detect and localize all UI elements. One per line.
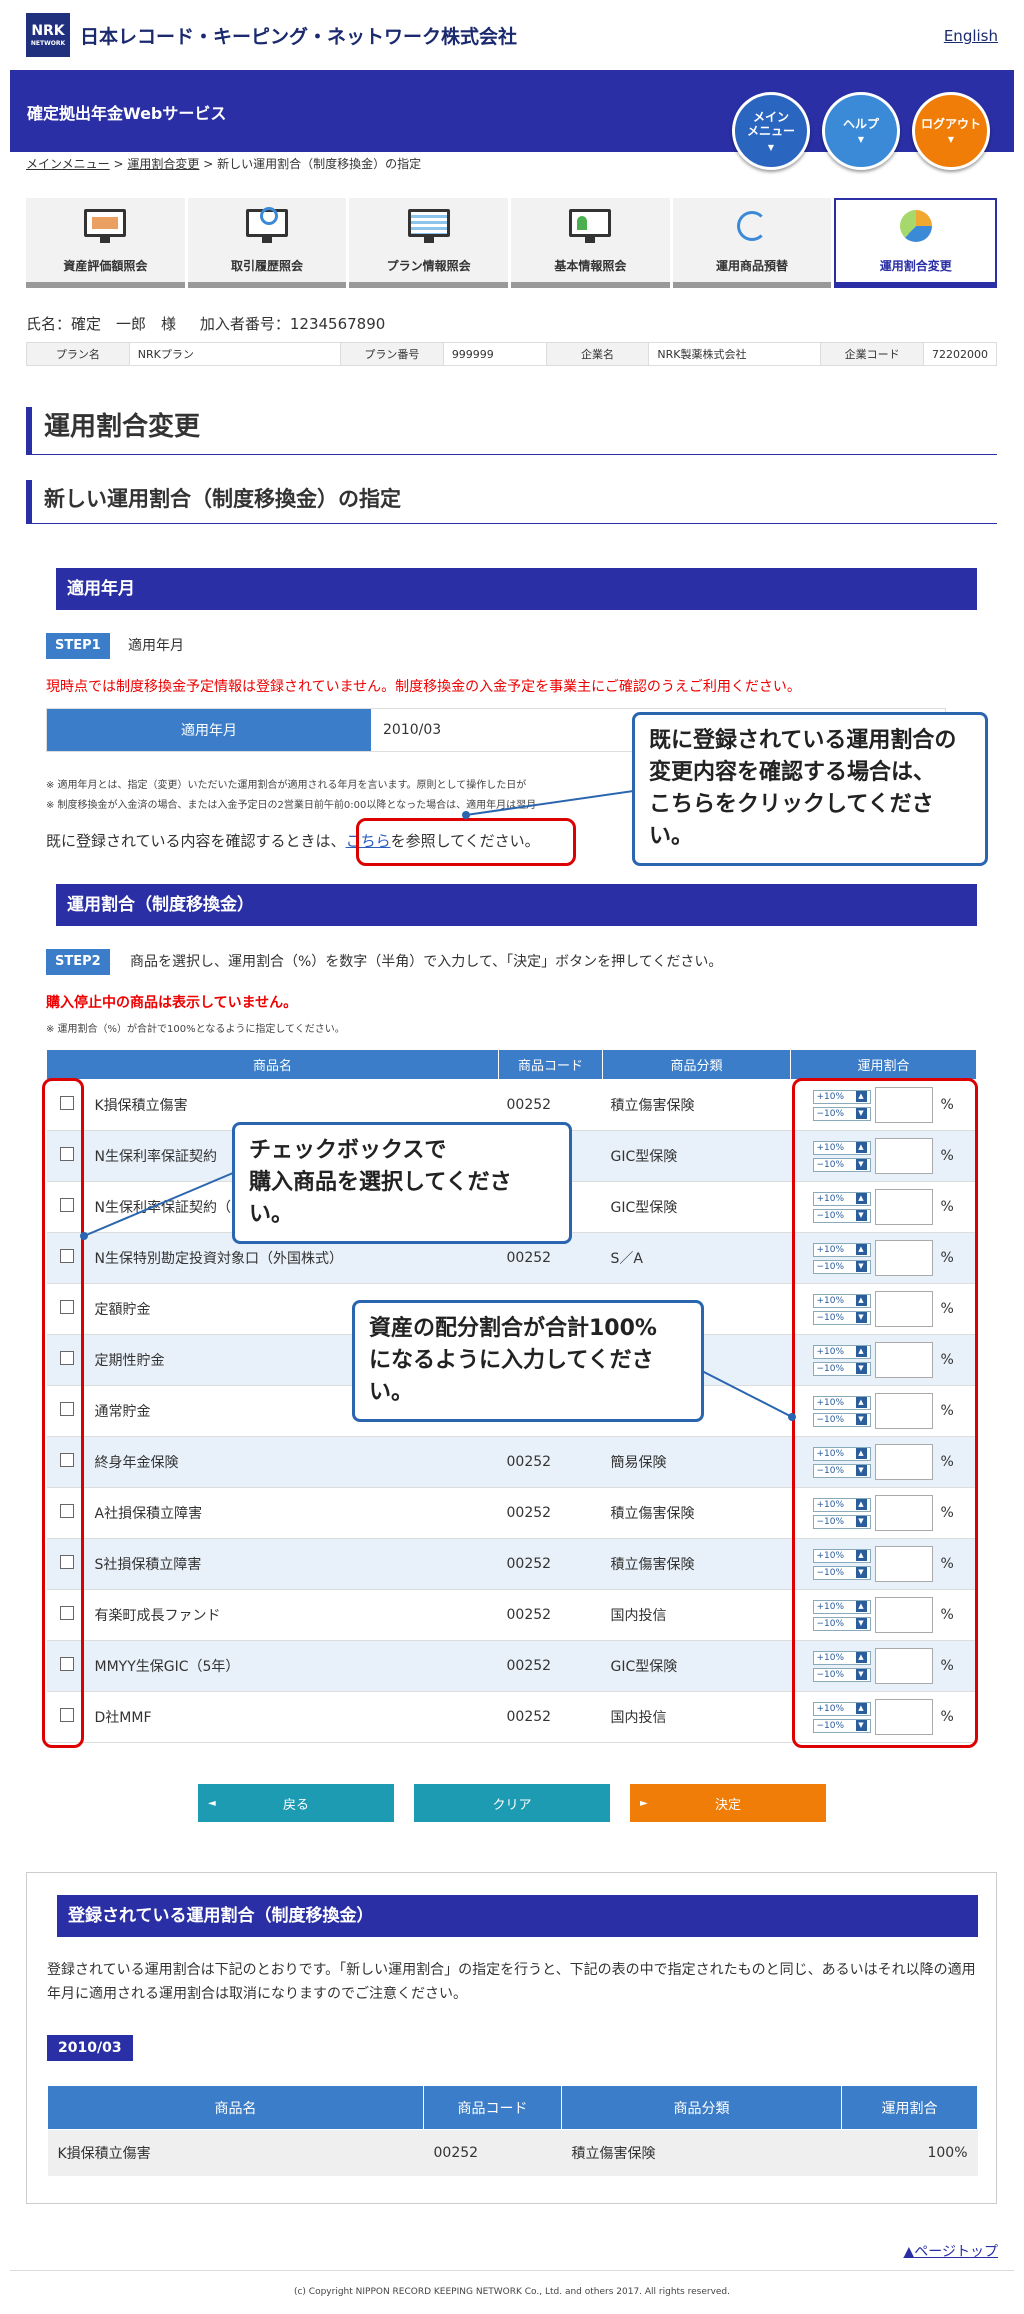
product-category: GIC型保険 bbox=[602, 1640, 791, 1692]
product-code: 00252 bbox=[498, 1487, 603, 1539]
product-name: S社損保積立障害 bbox=[86, 1538, 499, 1590]
callout-confirm: 既に登録されている運用割合の 変更内容を確認する場合は、 こちらをクリックしてく… bbox=[632, 712, 988, 866]
user-info: 氏名：確定 一郎 様 加入者番号：1234567890 bbox=[26, 315, 386, 333]
arrow-left-icon: ◄ bbox=[208, 1797, 216, 1809]
note-apply-month: ※ 適用年月とは、指定（変更）いただいた運用割合が適用される年月を言います。原則… bbox=[46, 780, 527, 791]
note-total: ※ 運用割合（%）が合計で100%となるように指定してください。 bbox=[46, 1024, 345, 1035]
main-menu-button[interactable]: メイン メニュー ▼ bbox=[732, 92, 810, 170]
product-name: D社MMF bbox=[86, 1691, 499, 1743]
registered-ratio-panel: 登録されている運用割合（制度移換金） 登録されている運用割合は下記のとおりです。… bbox=[26, 1872, 997, 2204]
chevron-down-icon: ▼ bbox=[857, 135, 865, 145]
product-category: GIC型保険 bbox=[602, 1181, 791, 1233]
switching-icon bbox=[725, 207, 779, 245]
function-tabs: 資産評価額照会 取引履歴照会 プラン情報照会 基本情報照会 運用商品預替 運用割… bbox=[26, 198, 998, 288]
tab-asset-valuation[interactable]: 資産評価額照会 bbox=[26, 198, 185, 288]
product-name: MMYY生保GIC（5年） bbox=[86, 1640, 499, 1692]
logout-button[interactable]: ログアウト ▼ bbox=[912, 92, 990, 170]
help-button[interactable]: ヘルプ ▼ bbox=[822, 92, 900, 170]
step2-text: 商品を選択し、運用割合（%）を数字（半角）で入力して、「決定」ボタンを押してくだ… bbox=[130, 954, 723, 970]
tab-transaction-history[interactable]: 取引履歴照会 bbox=[187, 198, 347, 288]
page-top-link[interactable]: ▲ページトップ bbox=[903, 2241, 998, 2261]
product-category: GIC型保険 bbox=[602, 1130, 791, 1182]
product-category: 簡易保険 bbox=[602, 1436, 791, 1488]
product-category: 積立傷害保険 bbox=[602, 1538, 791, 1590]
ratio-column-highlight bbox=[792, 1078, 978, 1748]
asset-icon bbox=[78, 207, 132, 245]
product-category: 国内投信 bbox=[602, 1589, 791, 1641]
company-name: 日本レコード・キーピング・ネットワーク株式会社 bbox=[80, 25, 518, 48]
chevron-down-icon: ▼ bbox=[947, 135, 955, 145]
arrow-right-icon: ► bbox=[640, 1797, 648, 1809]
clear-button[interactable]: クリア bbox=[414, 1784, 610, 1822]
breadcrumb-current: 新しい運用割合（制度移換金）の指定 bbox=[217, 157, 422, 171]
registered-date: 2010/03 bbox=[47, 2035, 133, 2061]
triangle-up-icon: ▲ bbox=[903, 2244, 915, 2260]
step1-badge: STEP1 bbox=[46, 633, 110, 659]
breadcrumb-ratio-change[interactable]: 運用割合変更 bbox=[127, 157, 199, 171]
footer-divider bbox=[10, 2270, 1014, 2271]
company-logo[interactable]: NRK NETWORK bbox=[26, 13, 70, 57]
product-code: 00252 bbox=[498, 1538, 603, 1590]
product-category: 国内投信 bbox=[602, 1691, 791, 1743]
product-name: 終身年金保険 bbox=[86, 1436, 499, 1488]
table-row: K損保積立傷害 00252 積立傷害保険 100% bbox=[47, 2129, 978, 2176]
callout-ratio: 資産の配分割合が合計100% になるように入力してください。 bbox=[352, 1300, 704, 1422]
no-schedule-warning: 現時点では制度移換金予定情報は登録されていません。制度移換金の入金予定を事業主に… bbox=[46, 679, 801, 695]
history-search-icon bbox=[240, 207, 294, 245]
registered-table: 商品名 商品コード 商品分類 運用割合 K損保積立傷害 00252 積立傷害保険… bbox=[47, 2085, 978, 2176]
callout-checkbox: チェックボックスで 購入商品を選択してください。 bbox=[232, 1122, 572, 1244]
product-code: 00252 bbox=[498, 1691, 603, 1743]
english-link[interactable]: English bbox=[944, 27, 998, 45]
tab-product-switching[interactable]: 運用商品預替 bbox=[672, 198, 832, 288]
back-button[interactable]: ◄ 戻る bbox=[198, 1784, 394, 1822]
step2-badge: STEP2 bbox=[46, 949, 110, 975]
product-code: 00252 bbox=[498, 1436, 603, 1488]
ok-button[interactable]: ► 決定 bbox=[630, 1784, 826, 1822]
checkbox-column-highlight bbox=[42, 1078, 84, 1748]
product-name: A社損保積立障害 bbox=[86, 1487, 499, 1539]
plan-info-icon bbox=[402, 207, 456, 245]
breadcrumb-main-menu[interactable]: メインメニュー bbox=[26, 157, 110, 171]
tab-basic-info[interactable]: 基本情報照会 bbox=[511, 198, 670, 288]
tab-plan-info[interactable]: プラン情報照会 bbox=[349, 198, 509, 288]
note-transfer: ※ 制度移換金が入金済の場合、または入金予定日の2営業日前午前0:00以降となっ… bbox=[46, 800, 537, 811]
section-apply-month-header: 適用年月 bbox=[46, 568, 977, 610]
step1-text: 適用年月 bbox=[128, 638, 184, 654]
tab-ratio-change[interactable]: 運用割合変更 bbox=[834, 198, 998, 288]
product-category: 積立傷害保険 bbox=[602, 1079, 791, 1131]
product-name: 有楽町成長ファンド bbox=[86, 1589, 499, 1641]
registered-header: 登録されている運用割合（制度移換金） bbox=[47, 1895, 978, 1937]
breadcrumb: メインメニュー > 運用割合変更 > 新しい運用割合（制度移換金）の指定 bbox=[26, 157, 422, 171]
suspended-warning: 購入停止中の商品は表示していません。 bbox=[46, 995, 298, 1011]
sub-title: 新しい運用割合（制度移換金）の指定 bbox=[26, 480, 997, 524]
pie-chart-icon bbox=[889, 207, 943, 245]
product-code: 00252 bbox=[498, 1589, 603, 1641]
basic-info-icon bbox=[563, 207, 617, 245]
service-title: 確定拠出年金Webサービス bbox=[27, 104, 227, 123]
copyright: (c) Copyright NIPPON RECORD KEEPING NETW… bbox=[293, 2287, 731, 2297]
registered-description: 登録されている運用割合は下記のとおりです。「新しい運用割合」の指定を行うと、下記… bbox=[47, 1962, 976, 2002]
product-category: 積立傷害保険 bbox=[602, 1487, 791, 1539]
page-title: 運用割合変更 bbox=[26, 407, 997, 455]
chevron-down-icon: ▼ bbox=[767, 142, 775, 152]
plan-info-table: プラン名 NRKプラン プラン番号 999999 企業名 NRK製薬株式会社 企… bbox=[26, 342, 997, 366]
link-highlight bbox=[356, 818, 576, 866]
product-code: 00252 bbox=[498, 1640, 603, 1692]
section-ratio-header: 運用割合（制度移換金） bbox=[46, 884, 977, 926]
product-category: S／A bbox=[602, 1232, 791, 1284]
site-header: NRK NETWORK 日本レコード・キーピング・ネットワーク株式会社 Engli… bbox=[0, 0, 1024, 70]
